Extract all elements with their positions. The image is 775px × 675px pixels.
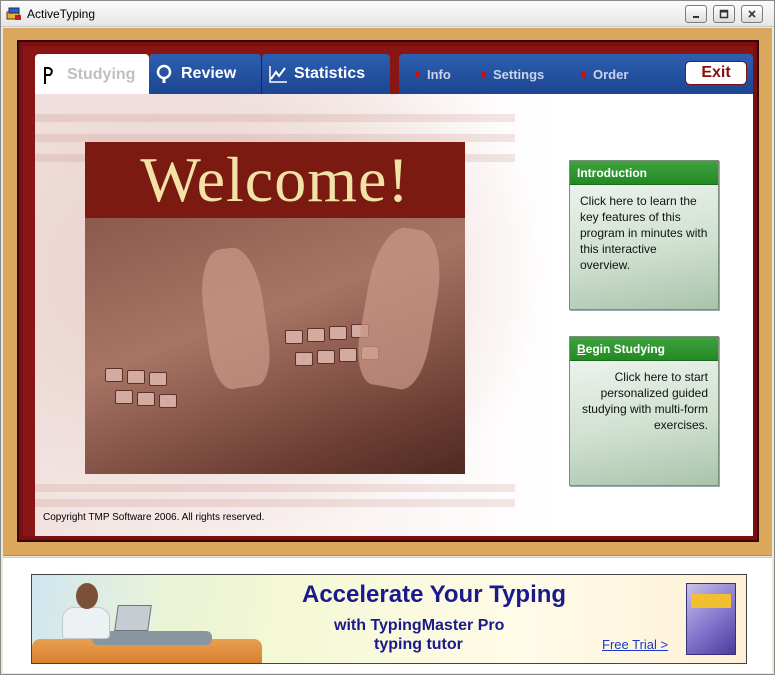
- exit-button[interactable]: Exit: [685, 61, 747, 85]
- close-button[interactable]: [741, 5, 763, 23]
- laptop-shape: [114, 605, 152, 631]
- accelerator-letter: B: [577, 342, 586, 356]
- welcome-heading: Welcome!: [140, 144, 410, 215]
- ad-person-image: [32, 575, 272, 663]
- keyboard-key: [285, 330, 303, 344]
- welcome-banner: Welcome!: [85, 142, 465, 218]
- person-body: [62, 607, 110, 639]
- window-title: ActiveTyping: [27, 7, 96, 21]
- ad-banner[interactable]: Accelerate Your Typing with TypingMaster…: [31, 574, 747, 664]
- keyboard-key: [105, 368, 123, 382]
- maximize-button[interactable]: [713, 5, 735, 23]
- menu-settings-label: Settings: [493, 67, 545, 82]
- keyboard-key: [115, 390, 133, 404]
- bullet-icon: [581, 72, 586, 77]
- keyboard-key: [159, 394, 177, 408]
- menu-info[interactable]: Info: [415, 67, 451, 82]
- free-trial-link[interactable]: Free Trial >: [602, 637, 668, 652]
- top-menu: Info Settings Order Exit: [399, 54, 753, 94]
- ad-headline: Accelerate Your Typing: [302, 581, 567, 608]
- hand-shape: [351, 223, 449, 393]
- ad-product-name: TypingMaster Pro: [370, 617, 505, 634]
- ad-subline-1: with TypingMaster Pro: [334, 617, 504, 635]
- person-legs: [92, 631, 212, 645]
- collage-stripe: [35, 484, 515, 492]
- menu-order-label: Order: [593, 67, 629, 82]
- begin-studying-card[interactable]: Begin Studying Click here to start perso…: [569, 336, 719, 486]
- menu-info-label: Info: [427, 67, 451, 82]
- keyboard-key: [307, 328, 325, 342]
- introduction-card[interactable]: Introduction Click here to learn the key…: [569, 160, 719, 310]
- person-head: [76, 583, 98, 609]
- tab-studying-label: Studying: [67, 66, 136, 83]
- collage-stripe: [35, 114, 515, 122]
- tab-studying[interactable]: Studying: [35, 54, 149, 96]
- tab-review-label: Review: [181, 65, 237, 82]
- maximize-icon: [719, 9, 729, 19]
- collage-stripe: [35, 499, 515, 507]
- begin-studying-card-body: Click here to start personalized guided …: [581, 370, 708, 432]
- ad-subline-2: typing tutor: [374, 636, 463, 653]
- keyboard-key: [329, 326, 347, 340]
- keyboard-key: [149, 372, 167, 386]
- main-frame: Studying Review Statistics Info Settings…: [17, 40, 759, 542]
- keyboard-hands-photo: [85, 218, 465, 474]
- title-bar[interactable]: ActiveTyping: [1, 1, 774, 27]
- frame-inner: Studying Review Statistics Info Settings…: [23, 46, 753, 536]
- chart-icon: [269, 66, 287, 83]
- bullet-icon: [481, 72, 486, 77]
- collage-stripe: [35, 134, 515, 142]
- app-icon: [6, 7, 21, 20]
- app-background: Studying Review Statistics Info Settings…: [3, 28, 772, 556]
- minimize-icon: [693, 16, 699, 18]
- bottom-area: Accelerate Your Typing with TypingMaster…: [3, 557, 772, 673]
- menu-settings[interactable]: Settings: [481, 67, 544, 82]
- ad-with-text: with: [334, 617, 371, 634]
- tab-review[interactable]: Review: [149, 54, 262, 94]
- keyboard-key: [137, 392, 155, 406]
- keyboard-key: [339, 348, 357, 362]
- tab-statistics[interactable]: Statistics: [262, 54, 390, 94]
- magnifier-icon: [156, 64, 172, 83]
- keyboard-key: [317, 350, 335, 364]
- menu-order[interactable]: Order: [581, 67, 628, 82]
- begin-studying-title-rest: egin Studying: [585, 342, 666, 356]
- keyboard-key: [295, 352, 313, 366]
- flag-icon: [44, 66, 53, 84]
- begin-studying-card-title: Begin Studying: [570, 337, 718, 361]
- introduction-card-body: Click here to learn the key features of …: [580, 194, 708, 272]
- minimize-button[interactable]: [685, 5, 707, 23]
- keyboard-key: [127, 370, 145, 384]
- hand-shape: [195, 244, 275, 392]
- introduction-card-title: Introduction: [570, 161, 718, 185]
- tab-statistics-label: Statistics: [294, 65, 366, 82]
- bullet-icon: [415, 72, 420, 77]
- copyright-text: Copyright TMP Software 2006. All rights …: [43, 512, 265, 523]
- content-panel: Welcome! Copyright TMP Software 2006. Al…: [35, 94, 753, 536]
- close-icon: [748, 10, 756, 18]
- app-window: ActiveTyping Studying Review Statistics …: [0, 0, 775, 675]
- product-box-image: [686, 583, 736, 655]
